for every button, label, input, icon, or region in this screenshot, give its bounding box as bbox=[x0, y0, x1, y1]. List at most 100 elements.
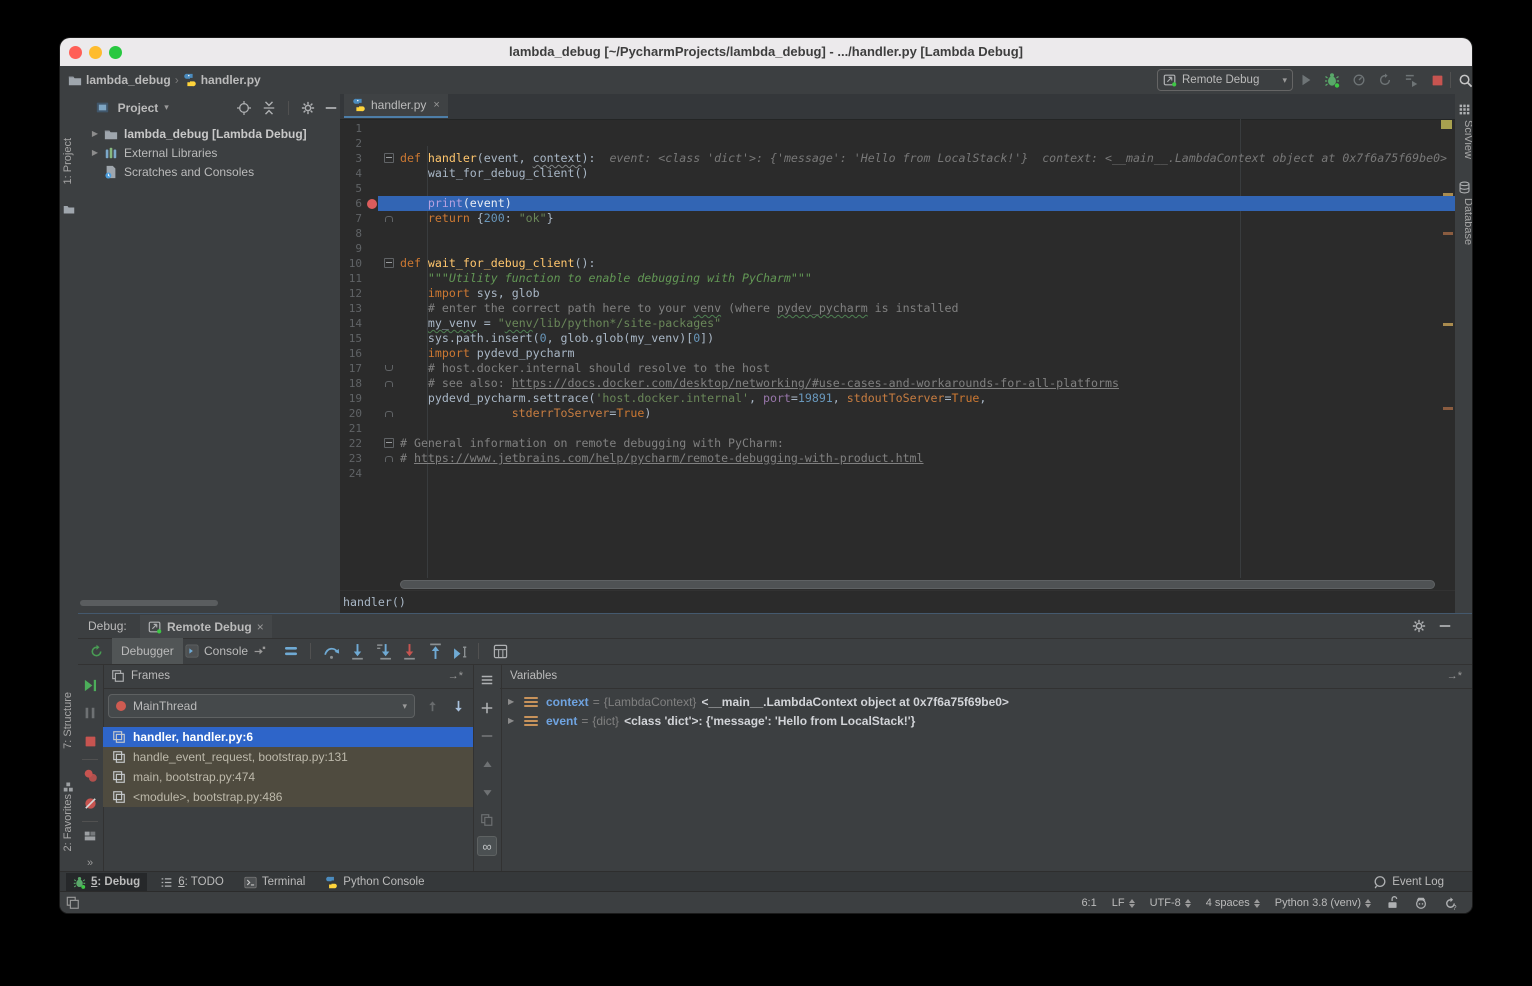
gear-icon[interactable] bbox=[299, 99, 317, 117]
code-line-24[interactable]: 24 bbox=[340, 466, 1455, 481]
restore-layout-icon[interactable] bbox=[81, 827, 99, 845]
code-line-10[interactable]: 10def wait_for_debug_client(): bbox=[340, 256, 1455, 271]
code-line-7[interactable]: 7 return {200: "ok"} bbox=[340, 211, 1455, 226]
hector-inspections-icon[interactable] bbox=[1414, 896, 1428, 910]
close-tab-icon[interactable]: × bbox=[433, 99, 439, 111]
tree-item-external-libraries[interactable]: ▶External Libraries bbox=[78, 143, 340, 162]
stack-frame[interactable]: main, bootstrap.py:474 bbox=[103, 767, 473, 787]
tab-console[interactable]: Console bbox=[176, 638, 275, 664]
layout-menu-icon[interactable] bbox=[281, 642, 301, 660]
code-line-20[interactable]: 20 stderrToServer=True) bbox=[340, 406, 1455, 421]
move-up-icon[interactable] bbox=[477, 754, 497, 774]
code-line-21[interactable]: 21 bbox=[340, 421, 1455, 436]
code-line-14[interactable]: 14 my_venv = "venv/lib/python*/site-pack… bbox=[340, 316, 1455, 331]
move-down-icon[interactable] bbox=[477, 782, 497, 802]
remove-watch-icon[interactable] bbox=[477, 726, 497, 746]
expand-chevron-icon[interactable]: ▶ bbox=[508, 697, 518, 706]
event-log-button[interactable]: Event Log bbox=[1373, 875, 1444, 889]
hide-panel-icon[interactable] bbox=[1436, 618, 1454, 634]
resume-program-icon[interactable] bbox=[81, 676, 99, 694]
stack-frame[interactable]: <module>, bootstrap.py:486 bbox=[103, 787, 473, 807]
code-line-2[interactable]: 2 bbox=[340, 136, 1455, 151]
mute-breakpoints-icon[interactable] bbox=[81, 794, 99, 812]
interpreter-select[interactable]: Python 3.8 (venv) bbox=[1275, 897, 1371, 909]
pin-icon[interactable]: →* bbox=[1447, 670, 1462, 682]
code-line-19[interactable]: 19 pydevd_pycharm.settrace('host.docker.… bbox=[340, 391, 1455, 406]
stack-frame[interactable]: handle_event_request, bootstrap.py:131 bbox=[103, 747, 473, 767]
code-line-22[interactable]: 22# General information on remote debugg… bbox=[340, 436, 1455, 451]
code-line-8[interactable]: 8 bbox=[340, 226, 1455, 241]
fold-marker-icon[interactable] bbox=[385, 381, 393, 387]
tool-window-button-python-console[interactable]: Python Console bbox=[318, 873, 431, 891]
editor-error-stripe[interactable] bbox=[1440, 119, 1455, 578]
tree-item-scratches-and-consoles[interactable]: Scratches and Consoles bbox=[78, 162, 340, 181]
tab-debugger[interactable]: Debugger bbox=[112, 638, 183, 664]
project-panel-title[interactable]: Project bbox=[118, 101, 159, 115]
thread-select[interactable]: MainThread ▾ bbox=[108, 694, 415, 718]
warning-stripe-mark[interactable] bbox=[1443, 407, 1453, 410]
breakpoint-icon[interactable] bbox=[367, 199, 377, 209]
force-step-into-icon[interactable] bbox=[373, 642, 393, 660]
rerun-icon[interactable] bbox=[86, 642, 106, 660]
editor-horizontal-scrollbar[interactable] bbox=[400, 580, 1435, 589]
profile-button[interactable] bbox=[1350, 71, 1368, 89]
expand-chevron-icon[interactable]: ▶ bbox=[88, 129, 102, 138]
warning-stripe-mark[interactable] bbox=[1443, 193, 1453, 196]
fold-marker-icon[interactable] bbox=[385, 365, 393, 371]
menu-icon[interactable] bbox=[477, 670, 497, 690]
encoding-select[interactable]: UTF-8 bbox=[1150, 897, 1191, 909]
indent-select[interactable]: 4 spaces bbox=[1206, 897, 1260, 909]
code-line-13[interactable]: 13 # enter the correct path here to your… bbox=[340, 301, 1455, 316]
tool-window-button-terminal[interactable]: Terminal bbox=[237, 873, 312, 891]
code-line-11[interactable]: 11 """Utility function to enable debuggi… bbox=[340, 271, 1455, 286]
more-actions-icon[interactable]: » bbox=[81, 854, 99, 872]
gear-icon[interactable] bbox=[1410, 618, 1428, 634]
project-horizontal-scrollbar[interactable] bbox=[80, 600, 218, 606]
caret-position[interactable]: 6:1 bbox=[1081, 897, 1096, 909]
code-line-18[interactable]: 18 # see also: https://docs.docker.com/d… bbox=[340, 376, 1455, 391]
run-with-configuration-button[interactable] bbox=[1403, 71, 1421, 89]
fold-marker-icon[interactable] bbox=[385, 411, 393, 417]
locate-file-icon[interactable] bbox=[235, 99, 253, 117]
tool-window-button-todo[interactable]: 6: TODO bbox=[153, 873, 231, 891]
line-ending-select[interactable]: LF bbox=[1112, 897, 1135, 909]
lock-icon[interactable] bbox=[1386, 896, 1399, 910]
fold-marker-icon[interactable] bbox=[384, 153, 394, 163]
variable-row-context[interactable]: ▶context={LambdaContext}<__main__.Lambda… bbox=[500, 692, 1472, 711]
fold-marker-icon[interactable] bbox=[385, 216, 393, 222]
fold-marker-icon[interactable] bbox=[384, 438, 394, 448]
code-area[interactable]: 123def handler(event, context): event: <… bbox=[340, 119, 1455, 578]
search-everywhere-button[interactable] bbox=[1456, 71, 1472, 89]
pause-program-icon[interactable] bbox=[81, 704, 99, 722]
show-watches-toggle-icon[interactable]: ∞ bbox=[477, 836, 497, 856]
tool-window-button-debug[interactable]: 5: Debug bbox=[66, 873, 147, 891]
editor-tab-handler-py[interactable]: handler.py × bbox=[344, 94, 448, 118]
code-line-23[interactable]: 23# https://www.jetbrains.com/help/pycha… bbox=[340, 451, 1455, 466]
breadcrumb-file[interactable]: handler.py bbox=[201, 73, 261, 87]
code-line-9[interactable]: 9 bbox=[340, 241, 1455, 256]
stop-icon[interactable] bbox=[81, 732, 99, 750]
fold-marker-icon[interactable] bbox=[384, 258, 394, 268]
code-line-12[interactable]: 12 import sys, glob bbox=[340, 286, 1455, 301]
variable-row-event[interactable]: ▶event={dict}<class 'dict'>: {'message':… bbox=[500, 711, 1472, 730]
step-into-icon[interactable] bbox=[347, 642, 367, 660]
code-line-3[interactable]: 3def handler(event, context): event: <cl… bbox=[340, 151, 1455, 166]
pin-icon[interactable]: →* bbox=[448, 670, 463, 682]
warning-stripe-mark[interactable] bbox=[1443, 232, 1453, 235]
evaluate-expression-icon[interactable] bbox=[490, 642, 510, 660]
stack-frame[interactable]: handler, handler.py:6 bbox=[103, 727, 473, 747]
tool-window-switcher-icon[interactable] bbox=[66, 896, 80, 910]
stop-button[interactable] bbox=[1428, 71, 1446, 89]
debug-button[interactable] bbox=[1323, 71, 1341, 89]
next-frame-icon[interactable] bbox=[448, 696, 468, 716]
run-configuration-select[interactable]: Remote Debug ▾ bbox=[1157, 69, 1293, 91]
code-line-16[interactable]: 16 import pydevd_pycharm bbox=[340, 346, 1455, 361]
sync-question-icon[interactable]: ? bbox=[1443, 896, 1458, 911]
tree-item-lambda-debug-lambda-debug[interactable]: ▶lambda_debug [Lambda Debug] bbox=[78, 124, 340, 143]
expand-chevron-icon[interactable]: ▶ bbox=[508, 716, 518, 725]
fold-marker-icon[interactable] bbox=[385, 456, 393, 462]
collapse-all-icon[interactable] bbox=[260, 99, 278, 117]
breadcrumb-project[interactable]: lambda_debug bbox=[86, 73, 171, 87]
code-line-1[interactable]: 1 bbox=[340, 121, 1455, 136]
add-watch-icon[interactable] bbox=[477, 698, 497, 718]
